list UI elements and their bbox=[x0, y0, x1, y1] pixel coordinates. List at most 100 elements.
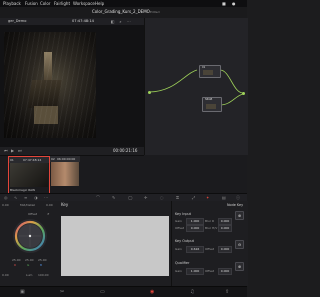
wheels-icon[interactable]: ◎ bbox=[4, 195, 8, 200]
key-output-gain-field[interactable]: 0.616 bbox=[186, 246, 204, 253]
readout-r[interactable]: 25.00 bbox=[12, 258, 21, 262]
readout-g[interactable]: 25.00 bbox=[25, 258, 34, 262]
node-01[interactable]: 01 bbox=[199, 65, 221, 78]
clip-thumbnail bbox=[10, 163, 48, 187]
media-page-icon[interactable]: ▣ bbox=[20, 289, 25, 295]
skip-forward-icon[interactable]: ⏭ bbox=[18, 148, 22, 153]
bottom-value: 0.00 bbox=[2, 273, 9, 277]
node-thumbnail bbox=[206, 104, 216, 109]
qualifier-offset-label: Offset bbox=[205, 269, 215, 273]
scope-icon[interactable]: ◧ bbox=[110, 19, 115, 24]
more-icon[interactable]: ⋯ bbox=[44, 195, 48, 200]
node-thumbnail bbox=[203, 70, 213, 75]
play-icon[interactable]: ▶ bbox=[11, 148, 14, 153]
clip-thumbnail bbox=[51, 162, 79, 186]
qualifier-icon[interactable]: ✎ bbox=[112, 195, 115, 200]
color-wheels-panel: 0.00 Mid/Detail 0.00 Offset ↺ 25.00 25.0… bbox=[0, 201, 58, 286]
bottom-label-lum: Lum bbox=[26, 273, 33, 277]
cut-page-icon[interactable]: ✂ bbox=[60, 289, 64, 295]
menu-workspace[interactable]: Workspace bbox=[73, 1, 95, 6]
key-input-blurhv-field[interactable]: 0.000 bbox=[218, 225, 232, 232]
clock-icon: ● bbox=[232, 1, 236, 6]
clips-empty-area bbox=[144, 155, 247, 193]
hdr-icon[interactable]: ◑ bbox=[34, 195, 38, 200]
menu-playback[interactable]: Playback bbox=[3, 1, 21, 6]
source-port[interactable] bbox=[148, 91, 151, 94]
skip-back-icon[interactable]: ⏮ bbox=[4, 148, 8, 153]
bottom-label-value[interactable]: 100.00 bbox=[38, 273, 49, 277]
blur-icon[interactable]: ◌ bbox=[160, 195, 164, 200]
readout-b[interactable]: 25.00 bbox=[38, 258, 47, 262]
node-links bbox=[148, 69, 244, 106]
window-icon[interactable]: ◯ bbox=[128, 195, 132, 200]
qualifier-title: Qualifier bbox=[175, 261, 190, 265]
key-output-invert-button[interactable]: ⊖ bbox=[235, 240, 244, 249]
key-output-offset-field[interactable]: 0.000 bbox=[218, 246, 232, 253]
qualifier-gain-field[interactable]: 1.000 bbox=[186, 268, 204, 275]
qualifier-gain-label: Gain bbox=[175, 269, 182, 273]
menu-fusion[interactable]: Fusion bbox=[25, 1, 38, 6]
sizing-icon[interactable]: ⤢ bbox=[192, 195, 195, 200]
clip-item[interactable]: 02 06:00:00:00 bbox=[50, 156, 80, 194]
node-label: 01 bbox=[202, 66, 206, 69]
menu-bar: Playback Fusion Color Fairlight Workspac… bbox=[0, 0, 247, 7]
label-b: B bbox=[40, 263, 43, 267]
key-output-gain-label: Gain bbox=[175, 247, 182, 251]
key-input-offset-label: Offset bbox=[175, 226, 185, 230]
clips-strip: 01 07:47:48:14 Blackmagic RAW 02 06:00:0… bbox=[0, 155, 144, 196]
edit-page-icon[interactable]: ▭ bbox=[100, 289, 105, 295]
key-input-blurhv-label: Blur H/V bbox=[205, 226, 218, 230]
color-page-icon[interactable]: ◉ bbox=[150, 289, 154, 295]
key-input-blur-label: Blur R bbox=[205, 219, 215, 223]
zoom-icon[interactable]: ⌕ bbox=[118, 19, 123, 24]
fairlight-page-icon[interactable]: ♫ bbox=[190, 289, 194, 295]
bars-icon[interactable]: ≡ bbox=[24, 195, 27, 200]
key-panel: Key bbox=[57, 201, 171, 286]
key-settings-panel: Node Key Key Input Gain 1.000 Blur R 0.0… bbox=[171, 201, 248, 286]
wheel-value-2: 0.00 bbox=[46, 203, 53, 207]
viewer-timecode-top: 07:47:48:14 bbox=[72, 19, 94, 23]
clip-item[interactable]: 01 07:47:48:14 Blackmagic RAW bbox=[8, 156, 50, 196]
clip-timecode: 07:47:48:14 bbox=[23, 158, 42, 162]
offset-wheel[interactable] bbox=[12, 218, 48, 254]
deliver-page-icon[interactable]: ⇪ bbox=[225, 289, 229, 295]
options-icon[interactable]: ⋯ bbox=[126, 19, 131, 24]
image-rain bbox=[4, 32, 96, 138]
key-input-offset-field[interactable]: 0.000 bbox=[186, 225, 204, 232]
qualifier-invert-button[interactable]: ⊕ bbox=[235, 262, 244, 271]
wheel-title: Offset bbox=[28, 212, 38, 216]
project-status: Edited bbox=[150, 10, 160, 14]
wheel-value-1: 0.00 bbox=[2, 203, 9, 207]
wheel-reset-icon[interactable]: ↺ bbox=[47, 212, 50, 216]
viewer-timecode: 00:00:21:16 bbox=[113, 148, 138, 153]
clip-timecode: 06:00:00:00 bbox=[57, 157, 76, 161]
scopes-icon[interactable]: ▤ bbox=[222, 195, 226, 200]
menu-color[interactable]: Color bbox=[40, 1, 50, 6]
key-matte-preview bbox=[61, 216, 169, 276]
qualifier-offset-field[interactable]: 0.000 bbox=[218, 268, 232, 275]
tracker-icon[interactable]: ✛ bbox=[144, 195, 147, 200]
key-input-invert-button[interactable]: ⊕ bbox=[235, 211, 244, 220]
label-r: R bbox=[14, 263, 17, 267]
menu-help[interactable]: Help bbox=[95, 1, 104, 6]
node-label: SRGB bbox=[205, 98, 213, 101]
viewer-header: ger_Demo 07:47:48:14 ◧ ⌕ ⋯ bbox=[0, 18, 144, 25]
viewer-image[interactable] bbox=[4, 32, 96, 138]
key-input-title: Key Input bbox=[175, 212, 192, 216]
fx-icon[interactable]: ✦ bbox=[206, 195, 209, 200]
clip-number: 01 bbox=[10, 158, 14, 162]
curves-icon[interactable]: ∿ bbox=[14, 195, 17, 200]
clip-name: Blackmagic RAW bbox=[10, 188, 36, 192]
node-editor[interactable]: 01 SRGB bbox=[144, 18, 248, 155]
output-port[interactable] bbox=[242, 92, 245, 95]
key-input-gain-label: Gain bbox=[175, 219, 182, 223]
viewer-clip-name: ger_Demo bbox=[8, 19, 27, 23]
key-input-gain-field[interactable]: 1.000 bbox=[186, 218, 204, 225]
battery-icon: ■ bbox=[222, 1, 226, 6]
key-input-blur-field[interactable]: 0.000 bbox=[218, 218, 232, 225]
node-srgb[interactable]: SRGB bbox=[202, 97, 222, 112]
menu-fairlight[interactable]: Fairlight bbox=[54, 1, 70, 6]
node-key-title: Node Key bbox=[227, 203, 244, 207]
key-icon[interactable]: ⚿ bbox=[176, 195, 179, 200]
key-panel-title: Key bbox=[61, 202, 69, 207]
